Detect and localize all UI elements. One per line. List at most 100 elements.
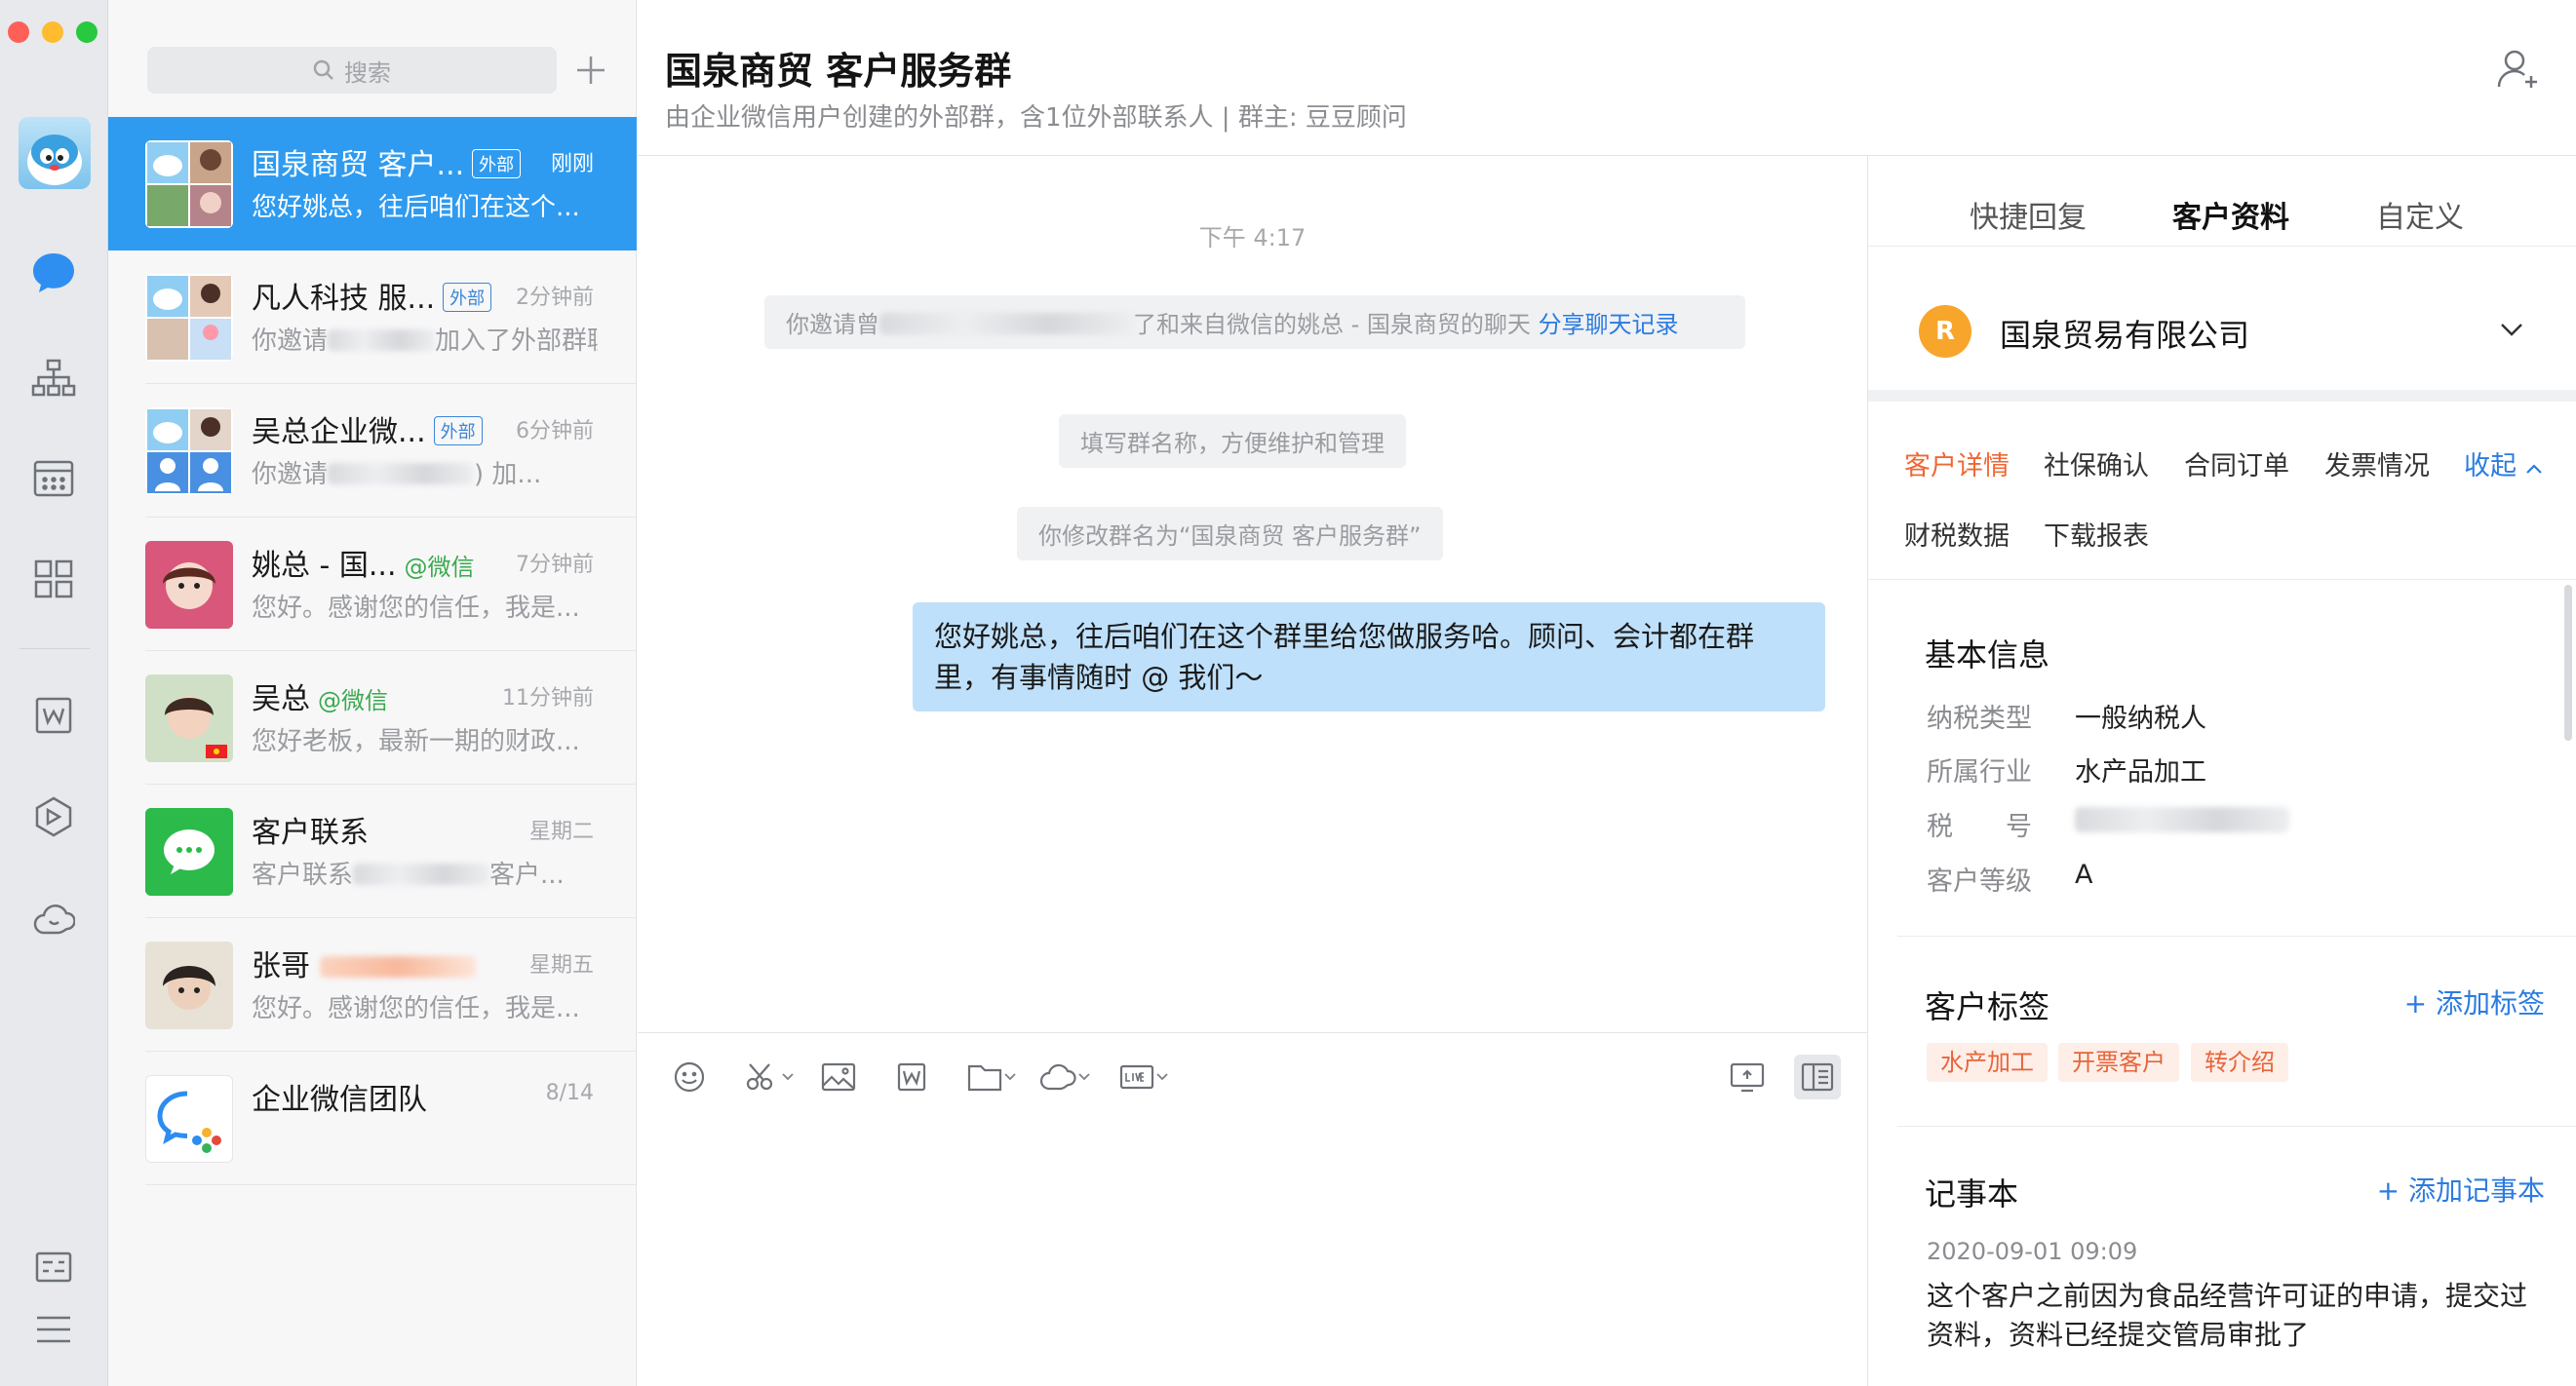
- search-input[interactable]: 搜索: [147, 47, 557, 94]
- conversation-item[interactable]: 国泉商贸 客户... 外部 刚刚 您好姚总，往后咱们在这个...: [108, 117, 637, 250]
- subtab-social-security[interactable]: 社保确认: [2044, 444, 2149, 482]
- messages-icon[interactable]: [28, 248, 79, 298]
- window-zoom-button[interactable]: [76, 21, 98, 43]
- live-icon: [1119, 1064, 1154, 1090]
- message-area[interactable]: 下午 4:17 你邀请曾 了和来自微信的姚总 - 国泉商贸的聊天 分享聊天记录 填…: [638, 156, 1867, 1033]
- screen-share-button[interactable]: [1730, 1055, 1765, 1099]
- conversation-preview: 你邀请) 加...: [252, 460, 542, 489]
- conversation-item[interactable]: 张哥 星期五 您好。感谢您的信任，我是...: [108, 918, 637, 1052]
- image-button[interactable]: [821, 1055, 856, 1099]
- conversation-name: 姚总 - 国...: [252, 549, 397, 583]
- tab-custom[interactable]: 自定义: [2376, 193, 2464, 236]
- conversation-name: 国泉商贸 客户...: [252, 148, 465, 182]
- docs-icon: [897, 1062, 926, 1092]
- conversation-name: 凡人科技 服...: [252, 282, 436, 316]
- live-button[interactable]: [1119, 1055, 1168, 1099]
- conversation-time: 6分钟前: [516, 419, 594, 443]
- message-composer[interactable]: [638, 1032, 1867, 1386]
- share-history-link[interactable]: 分享聊天记录: [1539, 311, 1679, 338]
- field-label: 所属行业: [1927, 757, 2032, 788]
- conversation-time: 7分钟前: [516, 553, 594, 577]
- customer-panel: 快捷回复 客户资料 自定义 R 国泉贸易有限公司 客户详情 社保确认 合同订单 …: [1867, 156, 2576, 1386]
- conversation-item[interactable]: 凡人科技 服... 外部 2分钟前 你邀请 加入了外部群聊: [108, 250, 637, 384]
- conversation-time: 11分钟前: [502, 686, 594, 711]
- field-value: 水产品加工: [2075, 757, 2206, 788]
- conversation-item[interactable]: 企业微信团队 8/14: [108, 1052, 637, 1185]
- emoji-button[interactable]: [673, 1055, 706, 1099]
- system-note-name-hint[interactable]: 填写群名称，方便维护和管理: [1059, 414, 1406, 468]
- conversation-preview: 您好姚总，往后咱们在这个...: [252, 193, 580, 222]
- tab-customer-profile[interactable]: 客户资料: [2172, 193, 2289, 236]
- contact-avatar: [145, 541, 233, 629]
- conversation-preview: 客户联系 客户...: [252, 861, 565, 890]
- note-text: 这个客户之前因为食品经营许可证的申请，提交过资料，资料已经提交管局审批了: [1927, 1280, 2528, 1351]
- doc-button[interactable]: [897, 1055, 926, 1099]
- conversation-time: 星期二: [528, 820, 594, 844]
- tab-quick-reply[interactable]: 快捷回复: [1970, 193, 2087, 236]
- company-selector[interactable]: R 国泉贸易有限公司: [1868, 246, 2576, 402]
- conversation-name: 张哥: [252, 949, 310, 983]
- external-badge: 外部: [433, 416, 483, 445]
- meeting-icon[interactable]: [28, 893, 79, 943]
- window-close-button[interactable]: [8, 21, 29, 43]
- chat-title: 国泉商贸 客户服务群: [665, 50, 1012, 93]
- conversation-preview: 你邀请 加入了外部群聊: [252, 327, 598, 356]
- app-rail: [0, 0, 108, 1386]
- calendar-icon[interactable]: [28, 452, 79, 503]
- subtab-customer-details[interactable]: 客户详情: [1904, 444, 2010, 482]
- group-avatar: [145, 274, 233, 362]
- add-note-link[interactable]: + 添加记事本: [2377, 1170, 2545, 1209]
- image-icon: [821, 1062, 856, 1092]
- search-placeholder: 搜索: [344, 58, 391, 87]
- collapse-link[interactable]: 收起: [2464, 444, 2543, 482]
- subtab-tax-data[interactable]: 财税数据: [1904, 515, 2010, 553]
- conversation-item[interactable]: 客户联系 星期二 客户联系 客户...: [108, 785, 637, 918]
- add-button[interactable]: [566, 47, 615, 94]
- conversation-preview: 您好。感谢您的信任，我是...: [252, 594, 580, 623]
- conversation-preview: 您好老板，最新一期的财政...: [252, 727, 580, 756]
- note-date: 2020-09-01 09:09: [1927, 1238, 2138, 1265]
- side-panel-icon: [1801, 1062, 1834, 1092]
- company-name: 国泉贸易有限公司: [2000, 317, 2250, 354]
- customer-tag[interactable]: 转介绍: [2191, 1043, 2288, 1082]
- field-label: 纳税类型: [1927, 704, 2032, 734]
- add-member-button[interactable]: [2496, 47, 2543, 94]
- drive-icon[interactable]: [28, 791, 79, 842]
- menu-icon[interactable]: [28, 1304, 79, 1355]
- chat-subtitle: 由企业微信用户创建的外部群，含1位外部联系人 | 群主: 豆豆顾问: [665, 103, 1407, 133]
- subtab-invoices[interactable]: 发票情况: [2324, 444, 2430, 482]
- outgoing-message-bubble[interactable]: 您好姚总，往后咱们在这个群里给您做服务哈。顾问、会计都在群里，有事情随时 @ 我…: [913, 602, 1825, 712]
- field-value: A: [2075, 860, 2093, 890]
- chevron-down-icon: [2501, 324, 2522, 336]
- message-timestamp: 下午 4:17: [1198, 224, 1307, 251]
- meeting-icon: [1039, 1063, 1076, 1091]
- panel-scrollbar[interactable]: [2564, 585, 2572, 741]
- screenshot-button[interactable]: [745, 1055, 794, 1099]
- group-avatar: [145, 140, 233, 228]
- docs-icon[interactable]: [28, 690, 79, 741]
- conversation-item[interactable]: 吴总企业微... 外部 6分钟前 你邀请) 加...: [108, 384, 637, 518]
- subtab-contracts[interactable]: 合同订单: [2184, 444, 2289, 482]
- conversation-time: 刚刚: [550, 152, 594, 176]
- user-avatar[interactable]: [19, 117, 91, 189]
- subtab-download-reports[interactable]: 下载报表: [2044, 515, 2149, 553]
- settings-panel-icon[interactable]: [28, 1242, 79, 1292]
- customer-tag[interactable]: 开票客户: [2058, 1043, 2179, 1082]
- conversation-time: 8/14: [545, 1081, 594, 1105]
- conversation-item[interactable]: 吴总 @微信 11分钟前 您好老板，最新一期的财政...: [108, 651, 637, 785]
- side-panel-toggle[interactable]: [1794, 1055, 1841, 1099]
- company-logo: R: [1919, 305, 1971, 358]
- field-label: 税 号: [1927, 812, 2032, 842]
- org-structure-icon[interactable]: [28, 353, 79, 404]
- plus-icon: [577, 57, 605, 84]
- external-badge: 外部: [472, 149, 522, 178]
- basic-info-title: 基本信息: [1925, 636, 2050, 674]
- workbench-icon[interactable]: [28, 554, 79, 604]
- file-button[interactable]: [967, 1055, 1016, 1099]
- meeting-button[interactable]: [1039, 1055, 1090, 1099]
- customer-tag[interactable]: 水产加工: [1927, 1043, 2048, 1082]
- conversation-item[interactable]: 姚总 - 国... @微信 7分钟前 您好。感谢您的信任，我是...: [108, 518, 637, 651]
- add-tag-link[interactable]: + 添加标签: [2404, 982, 2545, 1021]
- conversation-name: 吴总: [252, 682, 310, 716]
- window-minimize-button[interactable]: [42, 21, 63, 43]
